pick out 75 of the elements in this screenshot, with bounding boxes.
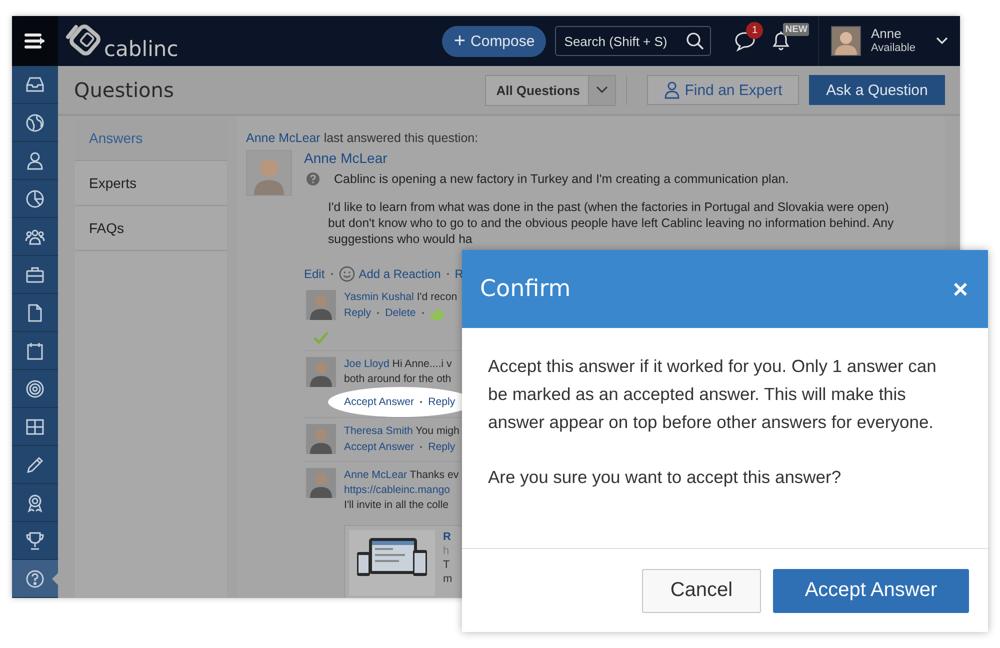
action-link[interactable]: Reply (344, 305, 372, 321)
find-expert-button[interactable]: Find an Expert (647, 75, 799, 105)
new-badge: NEW (783, 23, 810, 36)
pencil-icon (25, 454, 45, 474)
note-text: last answered this question: (322, 131, 478, 145)
question-body: I'd like to learn from what was done in the past (when the factories in Portugal and Slovakia were open) but don't know who to go to and the obvious people have left Cablinc leaving no information behind. Any suggestions who would ha (328, 199, 894, 247)
avatar (306, 357, 336, 387)
author-link[interactable]: Joe Lloyd (344, 358, 390, 370)
cancel-button[interactable]: Cancel (642, 568, 761, 612)
subnav-item[interactable]: Experts (75, 161, 227, 206)
search-icon[interactable] (686, 32, 704, 50)
action-link[interactable]: Accept Answer (344, 439, 414, 455)
compose-button[interactable]: + Compose (442, 26, 546, 56)
avatar (246, 150, 292, 196)
accept-answer-button[interactable]: Accept Answer (773, 568, 969, 612)
person-icon (25, 150, 45, 170)
inbox-icon (25, 74, 45, 94)
nav-item[interactable] (12, 560, 58, 598)
count-badge: 1 (746, 22, 764, 39)
question-icon (306, 172, 320, 186)
dialog-title: Confirm (480, 276, 571, 302)
help-icon (25, 568, 45, 588)
thumbs-up-icon[interactable] (430, 306, 444, 320)
filter-dropdown[interactable]: All Questions (485, 74, 616, 106)
user-status: Available (871, 41, 916, 56)
avatar (306, 290, 336, 320)
preview-title[interactable]: R (443, 530, 452, 544)
avatar (306, 424, 336, 454)
author-link[interactable]: Yasmin Kushal (344, 291, 414, 303)
briefcase-icon (25, 264, 45, 284)
comment-text: I'd recon (416, 291, 458, 303)
avatar (831, 26, 861, 56)
globe-icon (25, 112, 45, 132)
smiley-icon (338, 266, 355, 282)
author-link[interactable]: Theresa Smith (344, 425, 413, 437)
subnav-item[interactable]: Answers (75, 116, 227, 161)
preview-text: T (443, 558, 451, 572)
logo-text: cablinc (104, 37, 178, 61)
comment-text: You migh (414, 425, 460, 437)
author-link[interactable]: Anne McLear (344, 469, 408, 481)
avatar (306, 468, 336, 498)
action-link[interactable]: Delete (385, 305, 416, 321)
action-link[interactable]: Accept Answer (344, 394, 414, 410)
action-link[interactable]: Reply (428, 394, 456, 410)
comment-text: both around for the oth (344, 373, 452, 385)
page-title: Questions (74, 78, 174, 102)
comment-text: I'll invite in all the colle (344, 499, 448, 511)
search-field[interactable]: Search (Shift + S) (555, 26, 712, 56)
calendar-icon (25, 340, 45, 360)
dialog-message: Accept this answer if it worked for you. Only 1 answer can be marked as an accepted answer. This will make this answer appear on top before other answers for everyone. (488, 355, 938, 434)
question-title: Cablinc is opening a new factory in Turkey and I'm creating a communication plan. (334, 172, 789, 186)
action-link[interactable]: Edit (304, 266, 325, 282)
search-input[interactable]: Search (Shift + S) (564, 34, 682, 48)
author-link[interactable]: Anne McLear (246, 131, 320, 145)
add-reaction-link[interactable]: Add a Reaction (338, 266, 441, 282)
award-icon (25, 492, 45, 512)
pie-chart-icon (25, 188, 45, 208)
preview-text: m (443, 572, 452, 586)
grid-icon (25, 416, 45, 436)
ask-question-button[interactable]: Ask a Question (809, 75, 945, 105)
comment-text: Hi Anne....i v (391, 358, 452, 370)
dialog-question: Are you sure you want to accept this answer? (488, 466, 842, 489)
url-link[interactable]: https://cableinc.mango (344, 484, 450, 496)
menu-icon[interactable] (24, 32, 46, 50)
subnav-item[interactable]: FAQs (75, 206, 227, 251)
chevron-down-icon (596, 86, 608, 94)
action-link[interactable]: Reply (428, 439, 456, 455)
chevron-down-icon[interactable] (936, 37, 948, 45)
person-icon (664, 81, 680, 99)
close-button[interactable]: × (952, 276, 968, 302)
trophy-icon (25, 530, 45, 550)
target-icon (25, 378, 45, 398)
author-link[interactable]: Anne McLear (304, 149, 894, 167)
comment-text: Thanks ev (408, 469, 459, 481)
user-name: Anne (871, 26, 902, 41)
